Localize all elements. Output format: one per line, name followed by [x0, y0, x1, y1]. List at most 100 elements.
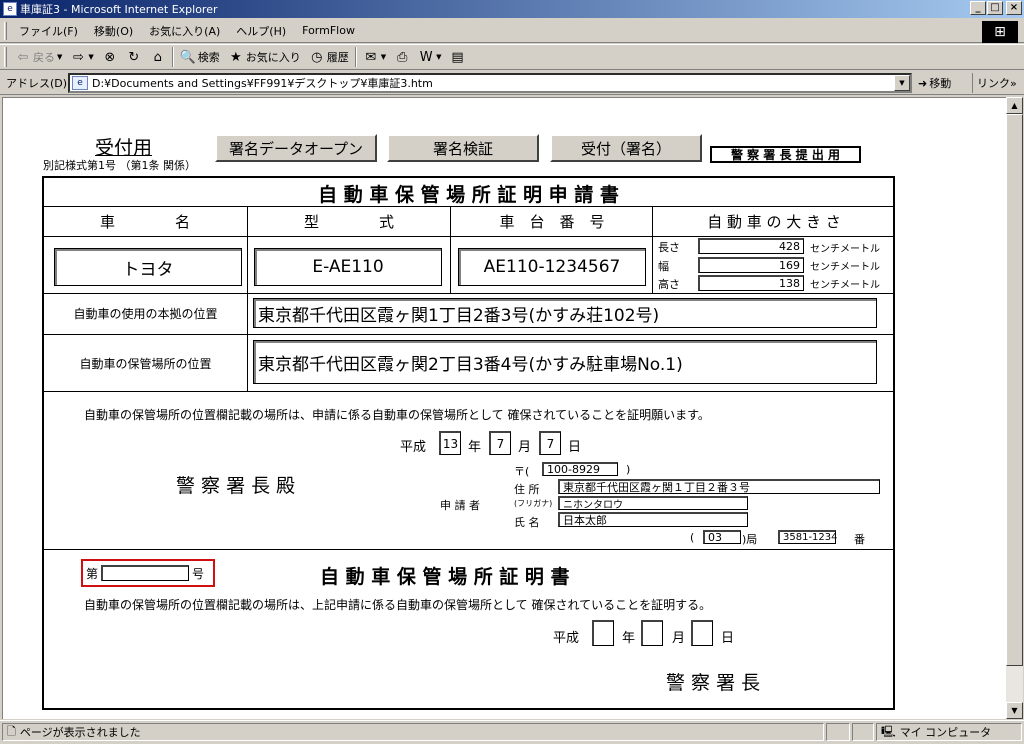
phone-area-code-field[interactable]: 03	[703, 530, 741, 544]
height-unit: センチメートル	[810, 280, 880, 291]
word-edit-icon: W	[419, 49, 433, 65]
car-name-field[interactable]: トヨタ	[54, 248, 242, 286]
divider	[247, 206, 248, 392]
cert-day-field[interactable]	[691, 620, 713, 646]
accept-signature-button[interactable]: 受付（署名）	[550, 134, 702, 162]
postal-code-field[interactable]: 100-8929	[542, 462, 618, 476]
page-done-icon: 🗋	[7, 724, 16, 738]
storage-location-field[interactable]: 東京都千代田区霞ヶ関2丁目3番4号(かすみ駐車場No.1)	[253, 340, 877, 384]
stop-button[interactable]: ⊗	[98, 46, 122, 68]
forward-button[interactable]: ⇨ ▼	[66, 46, 97, 68]
width-label: 幅	[658, 260, 669, 273]
verify-signature-button[interactable]: 署名検証	[387, 134, 539, 162]
edit-dropdown-icon[interactable]: ▼	[436, 53, 441, 61]
forward-arrow-icon: ⇨	[72, 49, 84, 65]
address-input[interactable]: e D:¥Documents and Settings¥FF991¥デスクトップ…	[68, 73, 912, 93]
certificate-number-suffix: 号	[192, 566, 205, 581]
chassis-number-field[interactable]: AE110-1234567	[458, 248, 646, 286]
address-dropdown-icon[interactable]: ▼	[894, 75, 910, 91]
go-button[interactable]: ➜ 移動	[918, 73, 951, 93]
vertical-scrollbar[interactable]: ▲ ▼	[1006, 97, 1023, 719]
search-button[interactable]: 🔍 検索	[176, 46, 224, 68]
standard-toolbar: ⇦ 戻る ▼ ⇨ ▼ ⊗ ↻ ⌂ 🔍 検索 ★ お気に入り ◷ 履歴 ✉ ▼ ⎙…	[0, 44, 1024, 70]
print-icon: ⎙	[396, 49, 408, 65]
cert-day-label: 日	[721, 631, 735, 646]
cert-year-field[interactable]	[592, 620, 614, 646]
applicant-label: 申 請 者	[440, 499, 480, 512]
status-bar: 🗋 ページが表示されました 🖳 マイ コンピュータ	[0, 720, 1024, 744]
divider	[44, 549, 893, 550]
menu-favorites[interactable]: お気に入り(A)	[141, 23, 228, 39]
model-field[interactable]: E-AE110	[254, 248, 442, 286]
toolbar-grip[interactable]	[4, 47, 7, 67]
scroll-thumb[interactable]	[1006, 114, 1023, 666]
back-arrow-icon: ⇦	[17, 49, 29, 65]
scroll-up-icon[interactable]: ▲	[1006, 97, 1023, 114]
divider	[450, 206, 451, 294]
home-button[interactable]: ⌂	[146, 46, 170, 68]
base-location-label: 自動車の使用の本拠の位置	[73, 307, 218, 321]
history-label: 履歴	[326, 51, 349, 64]
window-title-bar[interactable]: e 車庫証3 - Microsoft Internet Explorer _ □…	[0, 0, 1024, 18]
history-icon: ◷	[311, 49, 323, 65]
address-label: 住 所	[514, 483, 540, 496]
divider	[44, 236, 893, 237]
maximize-button[interactable]: □	[987, 1, 1003, 15]
menu-bar: ファイル(F) 移動(O) お気に入り(A) ヘルプ(H) FormFlow	[0, 19, 1024, 43]
model-header: 型 式	[303, 213, 394, 231]
postal-close-label: )	[626, 463, 631, 476]
print-button[interactable]: ⎙	[390, 46, 414, 68]
applicant-address-field[interactable]: 東京都千代田区霞ヶ関１丁目２番３号	[558, 479, 880, 494]
favorites-button[interactable]: ★ お気に入り	[224, 46, 305, 68]
furigana-label: (フリガナ)	[514, 499, 553, 508]
height-label: 高さ	[658, 278, 680, 291]
year-field[interactable]: 13	[439, 431, 461, 455]
minimize-button[interactable]: _	[970, 1, 986, 15]
width-field[interactable]: 169	[698, 257, 804, 273]
menu-file[interactable]: ファイル(F)	[11, 23, 86, 39]
address-url[interactable]: D:¥Documents and Settings¥FF991¥デスクトップ¥車…	[92, 75, 433, 91]
home-icon: ⌂	[153, 49, 162, 65]
menubar-grip[interactable]	[4, 21, 7, 40]
length-field[interactable]: 428	[698, 238, 804, 254]
height-field[interactable]: 138	[698, 275, 804, 291]
discuss-icon: ▤	[451, 49, 464, 65]
menu-go[interactable]: 移動(O)	[86, 23, 141, 39]
mail-dropdown-icon[interactable]: ▼	[381, 53, 386, 61]
close-button[interactable]: ×	[1006, 1, 1022, 15]
car-size-header: 自 動 車 の 大 き さ	[707, 213, 841, 231]
phone-number-field[interactable]: 3581-1234	[778, 530, 838, 544]
base-location-field[interactable]: 東京都千代田区霞ヶ関1丁目2番3号(かすみ荘102号)	[253, 298, 877, 328]
page-content: 受付用 別記様式第1号 （第1条 関係） 署名データオープン 署名検証 受付（署…	[2, 97, 1006, 719]
applicant-name-field[interactable]: 日本太郎	[558, 512, 748, 527]
certificate-statement: 自動車の保管場所の位置欄記載の場所は、上記申請に係る自動車の保管場所として 確保…	[84, 598, 712, 612]
certificate-number-prefix: 第	[86, 566, 99, 581]
history-button[interactable]: ◷ 履歴	[305, 46, 353, 68]
furigana-field[interactable]: ニホンタロウ	[558, 496, 748, 511]
status-text-panel: 🗋 ページが表示されました	[2, 723, 824, 741]
menu-formflow[interactable]: FormFlow	[294, 24, 363, 37]
cert-era-label: 平成	[553, 631, 580, 646]
divider	[44, 391, 893, 392]
month-field[interactable]: 7	[489, 431, 511, 455]
certificate-number-field[interactable]	[101, 565, 190, 581]
cert-month-field[interactable]	[641, 620, 663, 646]
mail-button[interactable]: ✉ ▼	[359, 46, 390, 68]
links-button[interactable]: リンク »	[972, 73, 1017, 93]
postal-label: 〒(	[514, 465, 530, 478]
scroll-down-icon[interactable]: ▼	[1006, 702, 1023, 719]
forward-dropdown-icon[interactable]: ▼	[88, 53, 93, 61]
era-label: 平成	[400, 440, 427, 455]
cert-year-label: 年	[622, 631, 636, 646]
back-dropdown-icon[interactable]: ▼	[57, 53, 62, 61]
addressee-police-chief: 警 察 署 長 殿	[176, 475, 296, 497]
day-label: 日	[568, 440, 582, 455]
discuss-button[interactable]: ▤	[446, 46, 470, 68]
back-button[interactable]: ⇦ 戻る ▼	[11, 46, 66, 68]
menu-help[interactable]: ヘルプ(H)	[228, 23, 294, 39]
refresh-button[interactable]: ↻	[122, 46, 146, 68]
edit-button[interactable]: W ▼	[414, 46, 445, 68]
open-signature-data-button[interactable]: 署名データオープン	[215, 134, 377, 162]
day-field[interactable]: 7	[539, 431, 561, 455]
length-unit: センチメートル	[810, 244, 880, 255]
